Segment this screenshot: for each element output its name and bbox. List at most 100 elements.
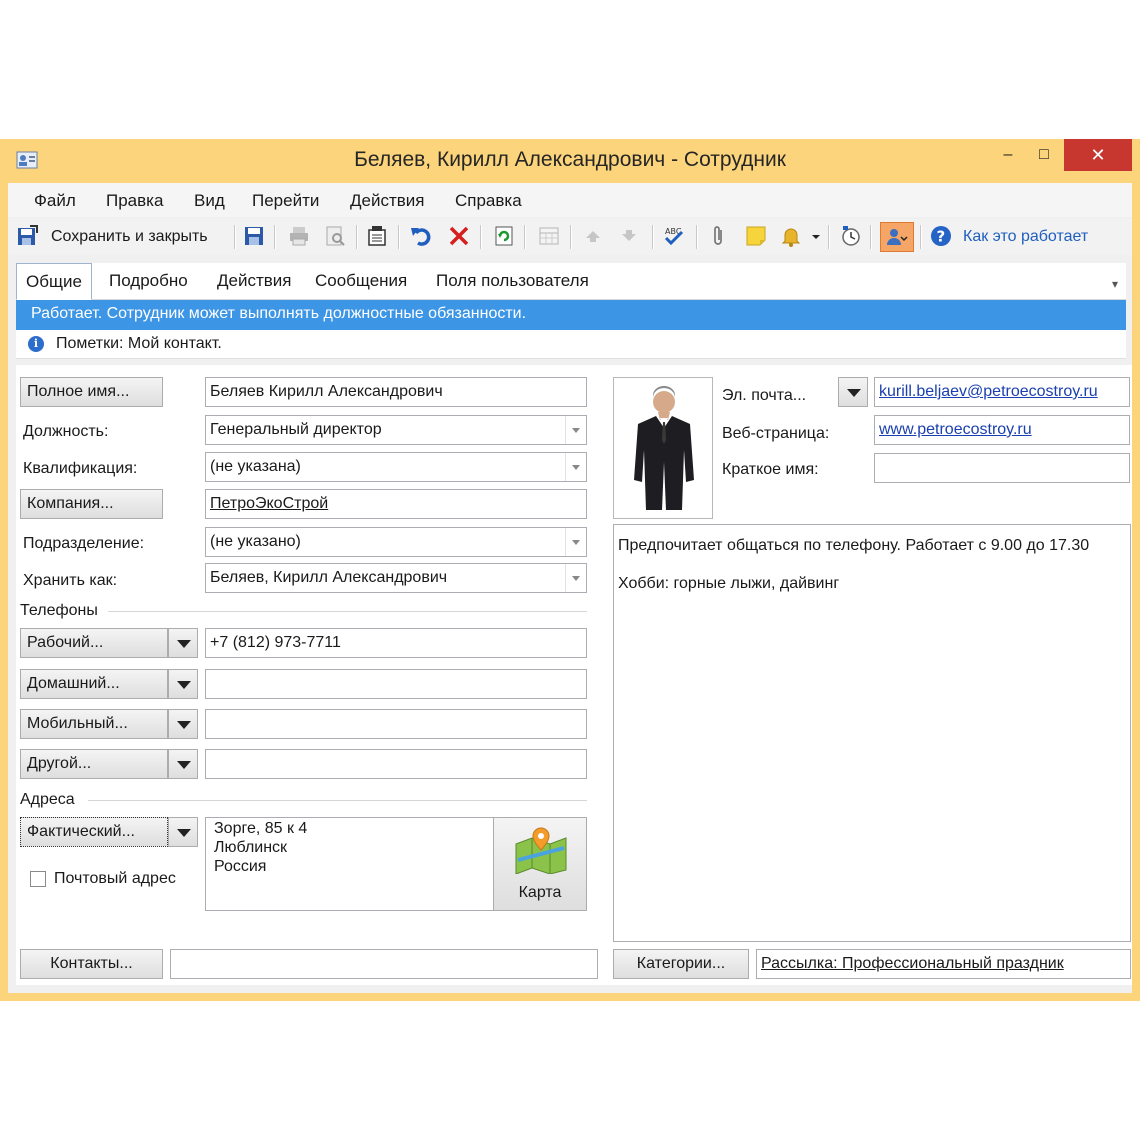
- chevron-down-icon[interactable]: [565, 564, 586, 592]
- toolbar-separator: [274, 225, 276, 249]
- phones-section-title: Телефоны: [20, 602, 98, 619]
- phone-work-button[interactable]: Рабочий...: [20, 628, 168, 658]
- qualification-combo[interactable]: (не указана): [205, 452, 587, 482]
- company-field[interactable]: ПетроЭкоСтрой: [205, 489, 587, 519]
- close-button[interactable]: ✕: [1064, 139, 1132, 171]
- full-name-field[interactable]: Беляев Кирилл Александрович: [205, 377, 587, 407]
- phone-other-field[interactable]: [205, 749, 587, 779]
- help-link[interactable]: Как это работает: [963, 228, 1088, 246]
- tab-general[interactable]: Общие: [16, 263, 92, 300]
- menu-help[interactable]: Справка: [455, 191, 522, 211]
- tab-overflow-icon[interactable]: ▾: [1112, 277, 1124, 291]
- address-type-dropdown[interactable]: [168, 817, 198, 847]
- note-icon[interactable]: [745, 225, 767, 247]
- general-form: Полное имя... Беляев Кирилл Александрови…: [16, 365, 1132, 985]
- maximize-button[interactable]: □: [1021, 139, 1067, 171]
- department-label: Подразделение:: [23, 535, 145, 552]
- toolbar: Сохранить и закрыть ABC ? Как это работа…: [8, 219, 1132, 255]
- toolbar-separator: [870, 225, 872, 249]
- user-icon: [887, 229, 908, 245]
- contact-view-toggle[interactable]: [880, 222, 914, 252]
- email-label[interactable]: Эл. почта...: [722, 387, 806, 405]
- map-button[interactable]: Карта: [493, 817, 587, 911]
- menu-go[interactable]: Перейти: [252, 191, 319, 211]
- contact-photo[interactable]: [613, 377, 713, 519]
- email-field[interactable]: kurill.beljaev@petroecostroy.ru: [874, 377, 1130, 407]
- categories-field[interactable]: Рассылка: Профессиональный праздник: [756, 949, 1131, 979]
- menu-file[interactable]: Файл: [34, 191, 76, 211]
- help-icon[interactable]: ?: [930, 225, 952, 247]
- phone-home-field[interactable]: [205, 669, 587, 699]
- chevron-down-icon[interactable]: [565, 416, 586, 444]
- save-close-button[interactable]: Сохранить и закрыть: [51, 228, 208, 246]
- menu-view[interactable]: Вид: [194, 191, 225, 211]
- person-photo-icon: [634, 386, 694, 510]
- menu-edit[interactable]: Правка: [106, 191, 163, 211]
- phone-other-dropdown[interactable]: [168, 749, 198, 779]
- phone-work-dropdown[interactable]: [168, 628, 198, 658]
- chevron-down-icon[interactable]: [565, 528, 586, 556]
- print-icon[interactable]: [288, 225, 310, 247]
- map-icon: [515, 827, 567, 874]
- full-name-button[interactable]: Полное имя...: [20, 377, 163, 407]
- undo-icon[interactable]: [410, 225, 432, 247]
- phone-mobile-dropdown[interactable]: [168, 709, 198, 739]
- store-as-value: Беляев, Кирилл Александрович: [210, 569, 448, 586]
- phone-mobile-button[interactable]: Мобильный...: [20, 709, 168, 739]
- delete-icon[interactable]: [448, 225, 470, 247]
- title-bar[interactable]: Беляев, Кирилл Александрович - Сотрудник…: [0, 139, 1140, 183]
- toolbar-separator: [828, 225, 830, 249]
- phone-work-field[interactable]: +7 (812) 973-7711: [205, 628, 587, 658]
- track-item-icon[interactable]: [840, 225, 862, 247]
- categories-button[interactable]: Категории...: [613, 949, 749, 979]
- tab-user-fields[interactable]: Поля пользователя: [427, 263, 598, 298]
- phone-home-button[interactable]: Домашний...: [20, 669, 168, 699]
- email-value[interactable]: kurill.beljaev@petroecostroy.ru: [879, 383, 1098, 400]
- svg-text:?: ?: [937, 228, 946, 246]
- notes-line: Предпочитает общаться по телефону. Работ…: [618, 537, 1090, 554]
- notes-textarea[interactable]: Предпочитает общаться по телефону. Работ…: [613, 524, 1131, 942]
- chevron-down-icon[interactable]: [810, 225, 822, 247]
- tab-activities[interactable]: Действия: [208, 263, 300, 298]
- position-combo[interactable]: Генеральный директор: [205, 415, 587, 445]
- short-name-field[interactable]: [874, 453, 1130, 483]
- calendar-icon[interactable]: [538, 225, 560, 247]
- reminder-bell-icon[interactable]: [780, 225, 802, 247]
- status-text: Работает. Сотрудник может выполнять долж…: [31, 305, 527, 322]
- web-page-value[interactable]: www.petroecostroy.ru: [879, 421, 1032, 438]
- info-bar: i Пометки: Мой контакт.: [16, 330, 1126, 359]
- menu-actions[interactable]: Действия: [350, 191, 424, 211]
- window-title: Беляев, Кирилл Александрович - Сотрудник: [354, 148, 786, 171]
- contacts-field[interactable]: [170, 949, 598, 979]
- spellcheck-icon[interactable]: ABC: [663, 225, 685, 247]
- phone-home-dropdown[interactable]: [168, 669, 198, 699]
- web-page-field[interactable]: www.petroecostroy.ru: [874, 415, 1130, 445]
- postal-address-checkbox[interactable]: [30, 871, 46, 887]
- previous-item-icon[interactable]: [582, 225, 604, 247]
- contacts-button[interactable]: Контакты...: [20, 949, 163, 979]
- save-close-icon[interactable]: [16, 225, 38, 247]
- store-as-combo[interactable]: Беляев, Кирилл Александрович: [205, 563, 587, 593]
- save-icon[interactable]: [243, 225, 265, 247]
- properties-icon[interactable]: [366, 225, 388, 247]
- phone-other-button[interactable]: Другой...: [20, 749, 168, 779]
- tab-strip: Общие Подробно Действия Сообщения Поля п…: [16, 263, 1126, 300]
- status-banner: Работает. Сотрудник может выполнять долж…: [16, 300, 1126, 330]
- company-button[interactable]: Компания...: [20, 489, 163, 519]
- next-item-icon[interactable]: [618, 225, 640, 247]
- tab-messages[interactable]: Сообщения: [306, 263, 416, 298]
- email-type-dropdown[interactable]: [838, 377, 868, 407]
- phone-mobile-field[interactable]: [205, 709, 587, 739]
- tab-details[interactable]: Подробно: [100, 263, 197, 298]
- attach-file-icon[interactable]: [708, 225, 730, 247]
- print-preview-icon[interactable]: [324, 225, 346, 247]
- department-combo[interactable]: (не указано): [205, 527, 587, 557]
- info-icon: i: [28, 336, 44, 352]
- address-type-button[interactable]: Фактический...: [20, 817, 168, 847]
- refresh-icon[interactable]: [493, 225, 515, 247]
- menu-bar: Файл Правка Вид Перейти Действия Справка: [8, 183, 1132, 217]
- address-line: Зорге, 85 к 4: [214, 820, 308, 837]
- chevron-down-icon[interactable]: [565, 453, 586, 481]
- categories-value: Рассылка: Профессиональный праздник: [761, 955, 1064, 972]
- toolbar-separator: [480, 225, 482, 249]
